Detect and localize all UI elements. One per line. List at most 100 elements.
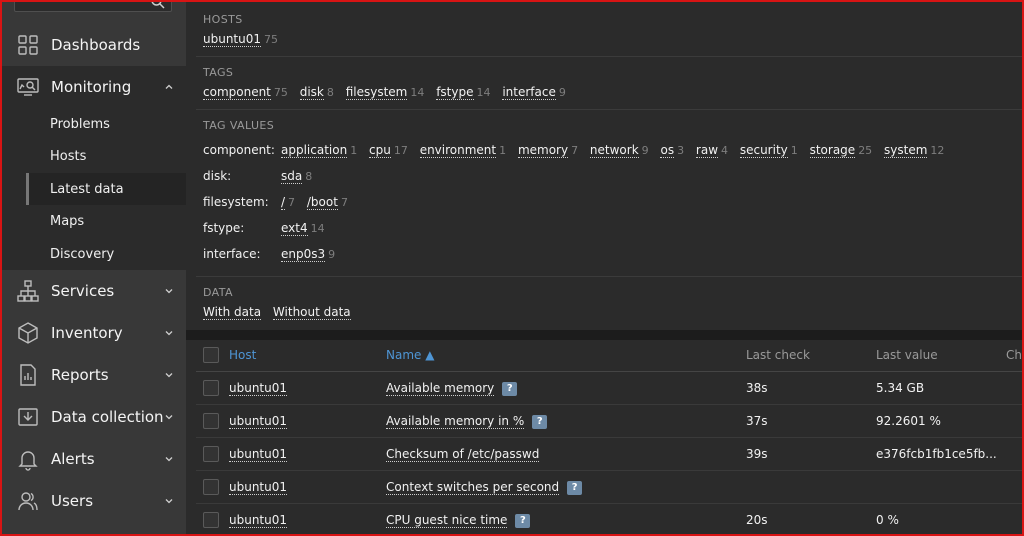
row-item-link[interactable]: Context switches per second xyxy=(386,480,560,495)
row-host-link[interactable]: ubuntu01 xyxy=(229,480,288,495)
submenu-item-discovery[interactable]: Discovery xyxy=(26,238,186,270)
row-last-value: 5.34 GB xyxy=(876,381,925,395)
host-count: 75 xyxy=(264,33,279,46)
tag-value-link[interactable]: network xyxy=(589,143,639,158)
tag-values-row-disk: sda 8 xyxy=(281,169,320,184)
row-host-link[interactable]: ubuntu01 xyxy=(229,447,288,462)
tag-filter-link[interactable]: fstype xyxy=(436,85,474,100)
sidebar-item-monitoring[interactable]: Monitoring xyxy=(0,66,186,108)
sidebar-item-label: Inventory xyxy=(51,324,123,342)
tag-value-link[interactable]: application xyxy=(281,143,348,158)
submenu-item-problems[interactable]: Problems xyxy=(26,108,186,140)
tag-value-link[interactable]: /boot xyxy=(306,195,338,210)
table-row: ubuntu01 Available memory? 38s 5.34 GB xyxy=(196,372,1024,405)
tag-value-link[interactable]: os xyxy=(660,143,675,158)
row-checkbox[interactable] xyxy=(203,446,219,462)
with-data-link[interactable]: With data xyxy=(203,305,262,320)
row-last-value: 92.2601 % xyxy=(876,414,941,428)
chevron-down-icon xyxy=(165,373,173,378)
sidebar-item-services[interactable]: Services xyxy=(0,270,186,312)
tag-value-link[interactable]: ext4 xyxy=(281,221,308,236)
tag-value-link[interactable]: system xyxy=(884,143,928,158)
row-checkbox[interactable] xyxy=(203,413,219,429)
tag-value-link[interactable]: memory xyxy=(517,143,569,158)
tag-filter-link[interactable]: filesystem xyxy=(345,85,408,100)
tag-value-count: 7 xyxy=(571,144,579,157)
sidebar-item-users[interactable]: Users xyxy=(0,480,186,522)
sidebar-item-label: Alerts xyxy=(51,450,95,468)
tag-values-row-filesystem: /7 /boot 7 xyxy=(281,195,356,210)
table-row: ubuntu01 CPU guest nice time? 20s 0 % xyxy=(196,504,1024,536)
sidebar-item-label: Services xyxy=(51,282,115,300)
row-item-link[interactable]: Available memory in % xyxy=(386,414,525,429)
tag-value-link[interactable]: storage xyxy=(809,143,856,158)
name-column-header[interactable]: Name ▲ xyxy=(386,348,434,362)
tag-values-row-fstype: ext4 14 xyxy=(281,221,333,236)
tag-value-link[interactable]: cpu xyxy=(369,143,391,158)
sidebar-search-input[interactable] xyxy=(14,0,172,12)
last-check-column-header: Last check xyxy=(746,348,810,362)
tag-value-link[interactable]: raw xyxy=(695,143,719,158)
tag-value-count: 3 xyxy=(677,144,685,157)
row-host-link[interactable]: ubuntu01 xyxy=(229,381,288,396)
sidebar-item-label: Dashboards xyxy=(51,36,141,54)
tag-values-label-disk: disk: xyxy=(203,169,232,183)
host-filter-link[interactable]: ubuntu01 xyxy=(203,32,262,47)
row-checkbox[interactable] xyxy=(203,479,219,495)
section-separator xyxy=(196,109,1024,110)
sidebar-item-label: Reports xyxy=(51,366,109,384)
row-last-value: e376fcb1fb1ce5fb... xyxy=(876,447,997,461)
tag-value-link[interactable]: environment xyxy=(419,143,497,158)
tag-values-row-component: application 1 cpu 17 environment 1 memory 7 … xyxy=(281,143,952,158)
tag-values-label-component: component: xyxy=(203,143,275,157)
help-icon[interactable]: ? xyxy=(567,481,583,495)
sidebar-item-alerts[interactable]: Alerts xyxy=(0,438,186,480)
help-icon[interactable]: ? xyxy=(532,415,548,429)
tag-value-link[interactable]: sda xyxy=(281,169,303,184)
tag-count: 14 xyxy=(476,86,491,99)
row-item-link[interactable]: CPU guest nice time xyxy=(386,513,508,528)
tag-value-link[interactable]: enp0s3 xyxy=(281,247,326,262)
help-icon[interactable]: ? xyxy=(502,382,518,396)
last-value-column-header: Last value xyxy=(876,348,938,362)
tag-count: 14 xyxy=(410,86,425,99)
tag-value-link[interactable]: / xyxy=(281,195,286,210)
table-row: ubuntu01 Checksum of /etc/passwd 39s e37… xyxy=(196,438,1024,471)
sidebar-item-dashboards[interactable]: Dashboards xyxy=(0,24,186,66)
row-last-check: 39s xyxy=(746,447,768,461)
row-item-name: Available memory in %? xyxy=(386,414,548,429)
row-last-check: 38s xyxy=(746,381,768,395)
tag-filter-link[interactable]: interface xyxy=(502,85,556,100)
tag-value-count: 7 xyxy=(340,196,348,209)
data-section-title: DATA xyxy=(203,286,233,299)
tag-filter-link[interactable]: component xyxy=(203,85,271,100)
sidebar-item-data-collection[interactable]: Data collection xyxy=(0,396,186,438)
submenu-item-latest-data[interactable]: Latest data xyxy=(26,173,186,205)
section-separator xyxy=(196,56,1024,57)
submenu-item-maps[interactable]: Maps xyxy=(26,205,186,237)
tag-values-section-title: TAG VALUES xyxy=(203,119,275,132)
panel-divider xyxy=(186,330,1024,340)
tag-value-count: 7 xyxy=(288,196,296,209)
row-item-link[interactable]: Checksum of /etc/passwd xyxy=(386,447,540,462)
row-last-check: 37s xyxy=(746,414,768,428)
tag-value-count: 9 xyxy=(641,144,649,157)
tag-filter-link[interactable]: disk xyxy=(299,85,324,100)
tags-section-title: TAGS xyxy=(203,66,234,79)
row-item-link[interactable]: Available memory xyxy=(386,381,495,396)
help-icon[interactable]: ? xyxy=(515,514,531,528)
without-data-link[interactable]: Without data xyxy=(272,305,351,320)
tag-value-link[interactable]: security xyxy=(739,143,788,158)
row-checkbox[interactable] xyxy=(203,512,219,528)
data-filter-row: With data Without data xyxy=(203,305,351,320)
sidebar-item-reports[interactable]: Reports xyxy=(0,354,186,396)
host-column-header[interactable]: Host xyxy=(229,348,256,362)
row-host-link[interactable]: ubuntu01 xyxy=(229,513,288,528)
submenu-item-hosts[interactable]: Hosts xyxy=(26,140,186,172)
row-checkbox[interactable] xyxy=(203,380,219,396)
row-host-link[interactable]: ubuntu01 xyxy=(229,414,288,429)
row-item-name: Context switches per second? xyxy=(386,480,583,495)
sidebar-item-inventory[interactable]: Inventory xyxy=(0,312,186,354)
select-all-checkbox[interactable] xyxy=(203,347,219,363)
row-item-name: Checksum of /etc/passwd xyxy=(386,447,540,462)
